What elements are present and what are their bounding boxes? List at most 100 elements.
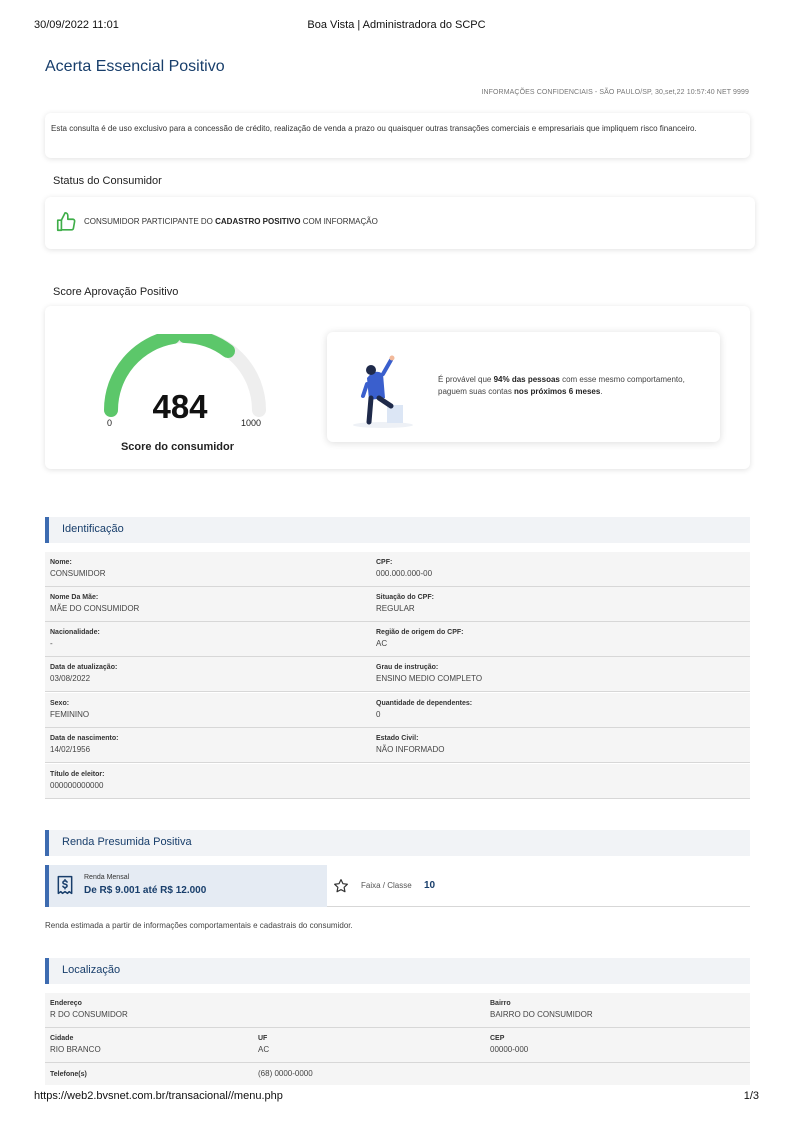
field-label: Bairro <box>490 1000 511 1007</box>
field-sexo: Sexo: FEMININO <box>50 700 89 719</box>
field-label: Nome Da Mãe: <box>50 594 99 601</box>
field-label: Grau de instrução: <box>376 664 439 671</box>
page-title: Acerta Essencial Positivo <box>45 58 225 75</box>
score-card: 484 0 1000 Score do consumidor É prováve… <box>45 306 750 469</box>
field-label: Nome: <box>50 559 72 566</box>
localizacao-title: Localização <box>62 964 121 976</box>
renda-mensal-value: De R$ 9.001 até R$ 12.000 <box>84 885 207 896</box>
faixa-classe-box: Faixa / Classe 10 <box>327 865 750 907</box>
status-card: CONSUMIDOR PARTICIPANTE DO CADASTRO POSI… <box>45 197 755 249</box>
field-data-atualizacao: Data de atualização: 03/08/2022 <box>50 664 117 683</box>
field-value: AC <box>258 1045 270 1054</box>
renda-title: Renda Presumida Positiva <box>62 836 192 848</box>
field-value: (68) 0000-0000 <box>258 1069 313 1078</box>
field-value: 000000000000 <box>50 781 104 790</box>
status-section-title: Status do Consumidor <box>53 175 162 187</box>
field-telefone-label: Telefone(s) <box>50 1071 87 1081</box>
field-nome-mae: Nome Da Mãe: MÃE DO CONSUMIDOR <box>50 594 139 613</box>
table-row: Data de atualização: 03/08/2022 Grau de i… <box>45 657 750 692</box>
field-telefone-value: (68) 0000-0000 <box>258 1069 313 1078</box>
print-url: https://web2.bvsnet.com.br/transacional/… <box>34 1090 283 1102</box>
field-value: AC <box>376 639 388 648</box>
field-value: BAIRRO DO CONSUMIDOR <box>490 1010 593 1019</box>
field-nome: Nome: CONSUMIDOR <box>50 559 106 578</box>
field-label: Nacionalidade: <box>50 629 100 636</box>
confidential-line: INFORMAÇÕES CONFIDENCIAIS - SÃO PAULO/SP… <box>481 89 749 96</box>
localizacao-header: Localização <box>45 958 750 984</box>
renda-mensal-label: Renda Mensal <box>84 874 130 881</box>
field-value: ENSINO MEDIO COMPLETO <box>376 674 483 683</box>
renda-header: Renda Presumida Positiva <box>45 830 750 856</box>
status-text-bold: CADASTRO POSITIVO <box>215 217 301 226</box>
field-label: Cidade <box>50 1035 74 1042</box>
score-insight-card: É provável que 94% das pessoas com esse … <box>327 332 720 442</box>
page-number: 1/3 <box>743 1090 759 1102</box>
field-label: Data de nascimento: <box>50 735 119 742</box>
table-row: Nacionalidade: - Região de origem do CPF:… <box>45 622 750 657</box>
field-titulo-eleitor: Título de eleitor: 000000000000 <box>50 771 104 790</box>
identificacao-header: Identificação <box>45 517 750 543</box>
thumbs-up-icon <box>56 212 76 232</box>
table-row: Endereço R DO CONSUMIDOR Bairro BAIRRO DO … <box>45 993 750 1028</box>
field-endereco: Endereço R DO CONSUMIDOR <box>50 1000 128 1019</box>
score-caption: Score do consumidor <box>120 441 235 453</box>
field-label: Estado Civil: <box>376 735 419 742</box>
field-value: FEMININO <box>50 710 90 719</box>
table-row: Telefone(s) (68) 0000-0000 <box>45 1063 750 1085</box>
field-label: Sexo: <box>50 700 70 707</box>
field-value: R DO CONSUMIDOR <box>50 1010 128 1019</box>
renda-mensal-box: Renda Mensal De R$ 9.001 até R$ 12.000 <box>45 865 327 907</box>
print-title: Boa Vista | Administradora do SCPC <box>307 19 486 31</box>
field-value: NÃO INFORMADO <box>376 745 445 754</box>
faixa-classe-label: Faixa / Classe <box>361 881 412 890</box>
insight-bold-percent: 94% das pessoas <box>493 375 560 384</box>
field-grau-instrucao: Grau de instrução: ENSINO MEDIO COMPLETO <box>376 664 482 683</box>
field-uf: UF AC <box>258 1035 269 1054</box>
field-cidade: Cidade RIO BRANCO <box>50 1035 101 1054</box>
table-row: Cidade RIO BRANCO UF AC CEP 00000-000 <box>45 1028 750 1063</box>
field-dependentes: Quantidade de dependentes: 0 <box>376 700 472 719</box>
field-value: 14/02/1956 <box>50 745 91 754</box>
field-label: Data de atualização: <box>50 664 118 671</box>
table-row: Sexo: FEMININO Quantidade de dependentes:… <box>45 693 750 728</box>
field-value: RIO BRANCO <box>50 1045 101 1054</box>
field-value: 00000-000 <box>490 1045 529 1054</box>
gauge-min: 0 <box>107 418 113 428</box>
faixa-classe-value: 10 <box>424 880 436 891</box>
field-value: 000.000.000-00 <box>376 569 433 578</box>
field-cpf: CPF: 000.000.000-00 <box>376 559 432 578</box>
money-receipt-icon <box>57 875 73 895</box>
identificacao-title: Identificação <box>62 523 124 535</box>
status-text-prefix: CONSUMIDOR PARTICIPANTE DO <box>84 217 216 226</box>
score-insight-text: É provável que 94% das pessoas com esse … <box>438 374 708 398</box>
insight-bold-period: nos próximos 6 meses <box>514 387 601 396</box>
table-row: Título de eleitor: 000000000000 <box>45 764 750 799</box>
field-label: Endereço <box>50 1000 82 1007</box>
field-value: MÃE DO CONSUMIDOR <box>50 604 140 613</box>
field-estado-civil: Estado Civil: NÃO INFORMADO <box>376 735 444 754</box>
status-text-suffix: COM INFORMAÇÃO <box>300 217 378 226</box>
field-label: UF <box>258 1035 268 1042</box>
table-row: Nome Da Mãe: MÃE DO CONSUMIDOR Situação d… <box>45 587 750 622</box>
table-row: Nome: CONSUMIDOR CPF: 000.000.000-00 <box>45 552 750 587</box>
field-label: Título de eleitor: <box>50 771 105 778</box>
gauge-max: 1000 <box>241 418 262 428</box>
status-text: CONSUMIDOR PARTICIPANTE DO CADASTRO POSI… <box>84 217 378 226</box>
score-section-title: Score Aprovação Positivo <box>53 286 179 298</box>
renda-note: Renda estimada a partir de informações c… <box>45 921 353 930</box>
field-situacao-cpf: Situação do CPF: REGULAR <box>376 594 434 613</box>
field-bairro: Bairro BAIRRO DO CONSUMIDOR <box>490 1000 593 1019</box>
field-value: 0 <box>376 710 381 719</box>
field-cep: CEP 00000-000 <box>490 1035 528 1054</box>
field-nacionalidade: Nacionalidade: - <box>50 629 100 648</box>
insight-pre: É provável que <box>438 375 494 384</box>
field-regiao-cpf: Região de origem do CPF: AC <box>376 629 464 648</box>
field-value: 03/08/2022 <box>50 674 91 683</box>
field-label: Quantidade de dependentes: <box>376 700 473 707</box>
star-icon <box>334 879 348 893</box>
field-value: CONSUMIDOR <box>50 569 106 578</box>
person-illustration-icon <box>353 355 413 428</box>
field-data-nascimento: Data de nascimento: 14/02/1956 <box>50 735 118 754</box>
field-value: - <box>50 639 53 648</box>
score-value: 484 <box>152 388 208 425</box>
